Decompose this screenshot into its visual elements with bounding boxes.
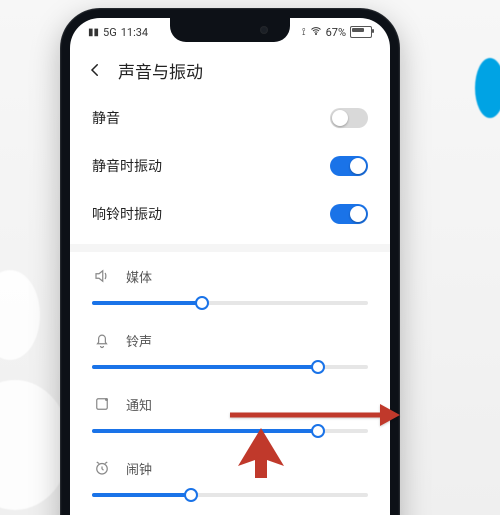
alarm-label: 闹钟 [126,459,152,478]
vibrate-silent-toggle[interactable] [330,156,368,176]
notification-label: 通知 [126,395,152,414]
row-silent: 静音 [92,94,368,142]
battery-icon [350,26,372,38]
notification-slider[interactable] [92,422,368,440]
vibrate-ring-label: 响铃时振动 [92,204,162,224]
status-time: 11:34 [121,26,148,39]
decorative-blob [0,270,40,360]
slider-notification-block: 通知 [70,384,390,448]
battery-percent: 67% [326,26,346,39]
network-type: 5G [103,26,117,39]
decorative-blob [475,58,500,118]
phone-screen: ▮▮ 5G 11:34 ⟟ 67% [70,18,390,515]
row-vibrate-silent: 静音时振动 [92,142,368,190]
media-slider[interactable] [92,294,368,312]
location-icon: ⟟ [302,27,306,38]
row-vibrate-ring: 响铃时振动 [92,190,368,238]
phone-frame: ▮▮ 5G 11:34 ⟟ 67% [60,8,400,515]
back-button[interactable] [84,59,106,81]
ringtone-slider[interactable] [92,358,368,376]
silent-label: 静音 [92,108,120,128]
bell-icon [92,330,112,350]
phone-notch [170,18,290,42]
alarm-slider[interactable] [92,486,368,504]
speaker-icon [92,266,112,286]
signal-icon: ▮▮ [88,27,99,38]
notification-icon [92,394,112,414]
section-divider [70,244,390,252]
vibrate-ring-toggle[interactable] [330,204,368,224]
slider-media-block: 媒体 [70,256,390,320]
alarm-icon [92,458,112,478]
wifi-icon [310,25,322,40]
silent-toggle[interactable] [330,108,368,128]
media-label: 媒体 [126,267,152,286]
page-title: 声音与振动 [118,58,203,83]
vibrate-silent-label: 静音时振动 [92,156,162,176]
slider-ringtone-block: 铃声 [70,320,390,384]
ringtone-label: 铃声 [126,331,152,350]
slider-alarm-block: 闹钟 [70,448,390,512]
